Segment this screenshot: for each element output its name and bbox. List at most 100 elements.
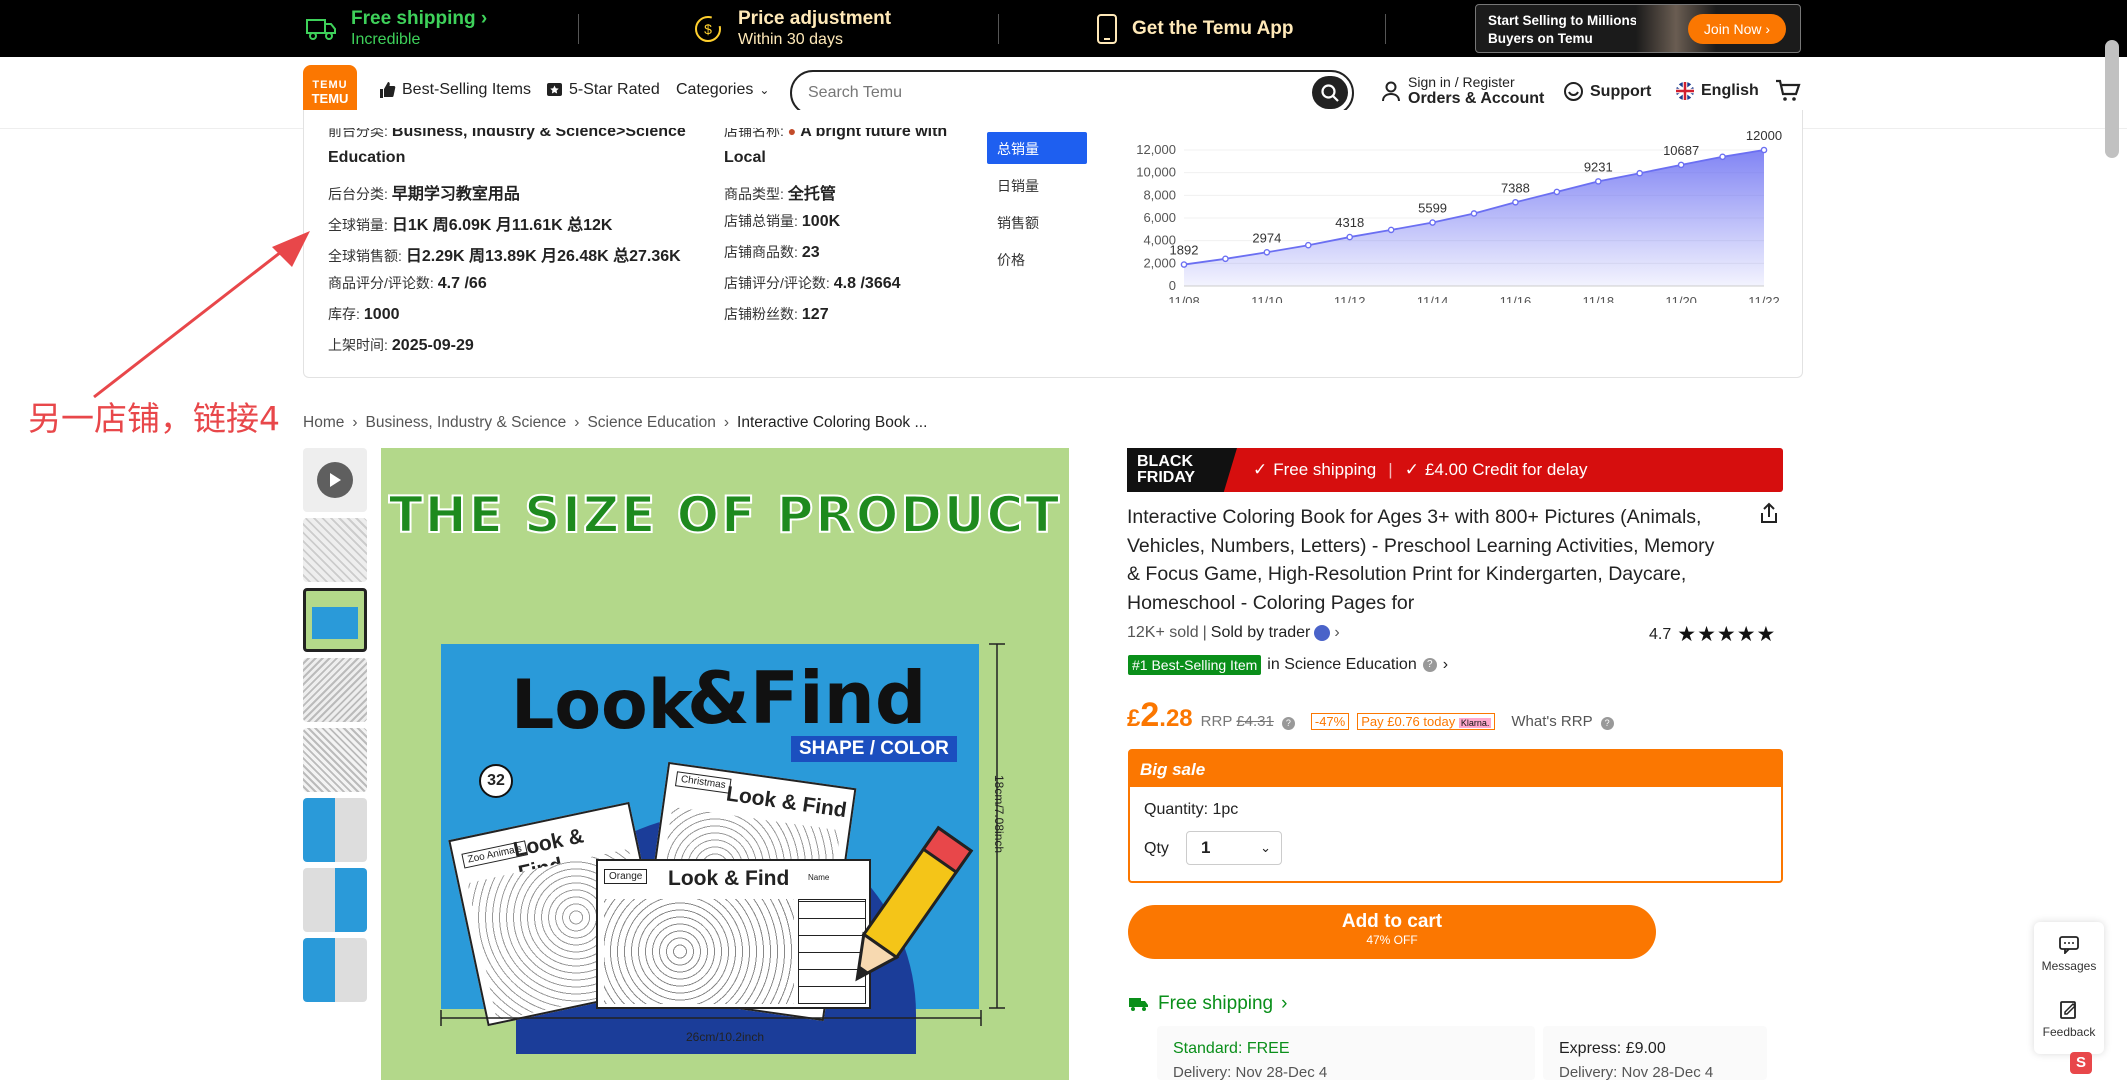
- big-sale-box: Big sale Quantity: 1pc Qty 1 ⌄: [1128, 749, 1783, 883]
- data-point: [1304, 241, 1312, 249]
- price-adjust-promo[interactable]: $ Price adjustment Within 30 days: [692, 0, 891, 57]
- chevron-down-icon: ⌄: [1260, 840, 1271, 855]
- join-now-button[interactable]: Join Now ›: [1688, 14, 1786, 44]
- analytics-panel: 前台分类: Business, Industry & Science>Scienc…: [303, 110, 1803, 378]
- y-tick-label: 0: [1169, 278, 1176, 293]
- five-star-link[interactable]: 5-Star Rated: [546, 81, 660, 99]
- tab-revenue[interactable]: 销售额: [987, 206, 1087, 238]
- data-point: [1387, 226, 1395, 234]
- chevron-right-icon: ›: [1442, 656, 1449, 673]
- thumbnail-6[interactable]: [303, 798, 367, 862]
- pay-today-badge[interactable]: Pay £0.76 today Klarna.: [1357, 713, 1496, 730]
- tab-price[interactable]: 价格: [987, 243, 1087, 275]
- thumbnail-3-selected[interactable]: [303, 588, 367, 652]
- cover-title-look: Look: [511, 666, 693, 745]
- add-to-cart-label: Add to cart: [1341, 911, 1443, 932]
- thumbnail-5[interactable]: [303, 728, 367, 792]
- sold-by[interactable]: Sold by trader: [1211, 624, 1311, 642]
- data-point: [1512, 198, 1519, 206]
- search-input[interactable]: [808, 81, 1258, 105]
- y-tick-label: 10,000: [1136, 165, 1176, 180]
- product-type: 商品类型: 全托管: [724, 186, 836, 203]
- language-selector[interactable]: English: [1675, 81, 1759, 101]
- divider: [1385, 14, 1386, 44]
- logo-text-bottom: TEMU: [311, 91, 349, 106]
- breadcrumb-category[interactable]: Business, Industry & Science: [366, 414, 567, 432]
- express-shipping-option[interactable]: Express: £9.00 Delivery: Nov 28-Dec 4: [1543, 1026, 1767, 1081]
- best-seller-row[interactable]: #1 Best-Selling Item in Science Educatio…: [1128, 655, 1448, 675]
- breadcrumb-home[interactable]: Home: [303, 414, 344, 432]
- messages-button[interactable]: Messages: [2034, 936, 2104, 973]
- cart-link[interactable]: [1775, 79, 1801, 103]
- x-tick-label: 11/22: [1748, 294, 1780, 303]
- get-app-label: Get the Temu App: [1132, 17, 1294, 39]
- account-menu[interactable]: Sign in / Register Orders & Account: [1380, 74, 1544, 108]
- qty-value: 1: [1201, 838, 1211, 857]
- chevron-right-icon: ›: [1281, 993, 1288, 1014]
- info-icon[interactable]: ?: [1281, 717, 1295, 730]
- sold-info: 12K+ sold | Sold by trader ›: [1127, 624, 1340, 642]
- y-tick-label: 2,000: [1143, 255, 1176, 270]
- x-tick-label: 11/12: [1334, 294, 1366, 303]
- divider: [578, 14, 579, 44]
- tab-total-sales[interactable]: 总销量: [987, 132, 1087, 164]
- truck-icon: [1129, 998, 1148, 1011]
- divider: [998, 14, 999, 44]
- share-icon[interactable]: [1759, 502, 1779, 524]
- add-to-cart-button[interactable]: Add to cart 47% OFF: [1128, 905, 1656, 959]
- x-tick-label: 11/08: [1168, 294, 1200, 303]
- page-card-3: Look & Find Orange Name: [596, 859, 871, 1009]
- black-friday-badge: BLACK FRIDAY: [1127, 448, 1237, 492]
- extension-icon[interactable]: S: [2070, 1052, 2092, 1074]
- thumbnail-2[interactable]: [303, 518, 367, 582]
- main-product-image[interactable]: THE SIZE OF PRODUCT Look &Find SHAPE / C…: [381, 448, 1069, 1080]
- thumbnail-4[interactable]: [303, 658, 367, 722]
- phone-icon: [1097, 13, 1117, 44]
- data-label: 12000: [1746, 128, 1782, 143]
- price-row: £2.28 RRP £4.31 ? -47% Pay £0.76 today K…: [1127, 696, 1614, 735]
- floating-sidebar: Messages Feedback: [2034, 922, 2104, 1054]
- whats-rrp-link[interactable]: What's RRP: [1511, 713, 1592, 730]
- chevron-right-icon: ›: [1334, 624, 1340, 641]
- stock: 库存: 1000: [328, 306, 400, 323]
- price-adjust-title: Price adjustment: [738, 7, 892, 29]
- best-selling-link[interactable]: Best-Selling Items: [378, 81, 531, 99]
- breadcrumb-separator: ›: [352, 414, 358, 431]
- info-icon: ?: [1422, 658, 1437, 672]
- x-tick-label: 11/18: [1582, 294, 1614, 303]
- qty-select[interactable]: 1 ⌄: [1186, 831, 1282, 865]
- info-icon[interactable]: ?: [1600, 717, 1614, 730]
- support-link[interactable]: Support: [1563, 81, 1651, 102]
- start-selling-banner[interactable]: Start Selling to Millions of Buyers on T…: [1475, 4, 1801, 53]
- sales-chart: 02,0004,0006,0008,00010,00012,0001892297…: [1136, 128, 1782, 303]
- logo-text-top: TEMU: [312, 79, 348, 91]
- seller-avatar[interactable]: [1314, 625, 1331, 641]
- thumbnail-7[interactable]: [303, 868, 367, 932]
- get-app-promo[interactable]: Get the Temu App: [1096, 0, 1294, 57]
- promo-bar: Free shipping › Incredible $ Price adjus…: [0, 0, 2127, 57]
- thumbnail-video[interactable]: [303, 448, 367, 512]
- breadcrumb-separator: ›: [723, 414, 730, 431]
- orders-label: Orders & Account: [1408, 90, 1545, 107]
- standard-shipping-option[interactable]: Standard: FREE Delivery: Nov 28-Dec 4: [1157, 1026, 1535, 1081]
- tab-daily-sales[interactable]: 日销量: [987, 169, 1087, 201]
- scrollbar-thumb[interactable]: [2105, 40, 2119, 158]
- best-seller-category: in Science Education: [1267, 656, 1417, 673]
- chevron-down-icon: ⌄: [759, 83, 770, 97]
- data-point: [1636, 169, 1644, 177]
- breadcrumb-subcategory[interactable]: Science Education: [587, 414, 715, 432]
- data-point: [1553, 188, 1561, 196]
- categories-menu[interactable]: Categories ⌄: [676, 81, 769, 99]
- price-adjust-sub: Within 30 days: [738, 30, 843, 48]
- feedback-button[interactable]: Feedback: [2034, 1000, 2104, 1039]
- product-rating: 商品评分/评论数: 4.7 /66: [328, 275, 487, 292]
- rating-summary[interactable]: 4.7 ★★★★★: [1649, 622, 1776, 647]
- thumbnail-8[interactable]: [303, 938, 367, 1002]
- breadcrumb: Home › Business, Industry & Science › Scie…: [303, 414, 927, 432]
- quantity-info: Quantity: 1pc: [1144, 801, 1239, 818]
- height-dimension-label: 18cm/7.08inch: [992, 775, 1006, 854]
- black-friday-bar: BLACK FRIDAY ✓ Free shipping | ✓ £4.00 Cr…: [1127, 448, 1783, 492]
- free-shipping-promo[interactable]: Free shipping › Incredible: [305, 0, 487, 57]
- free-shipping-link[interactable]: Free shipping ›: [1128, 993, 1287, 1015]
- search-button[interactable]: [1312, 76, 1348, 109]
